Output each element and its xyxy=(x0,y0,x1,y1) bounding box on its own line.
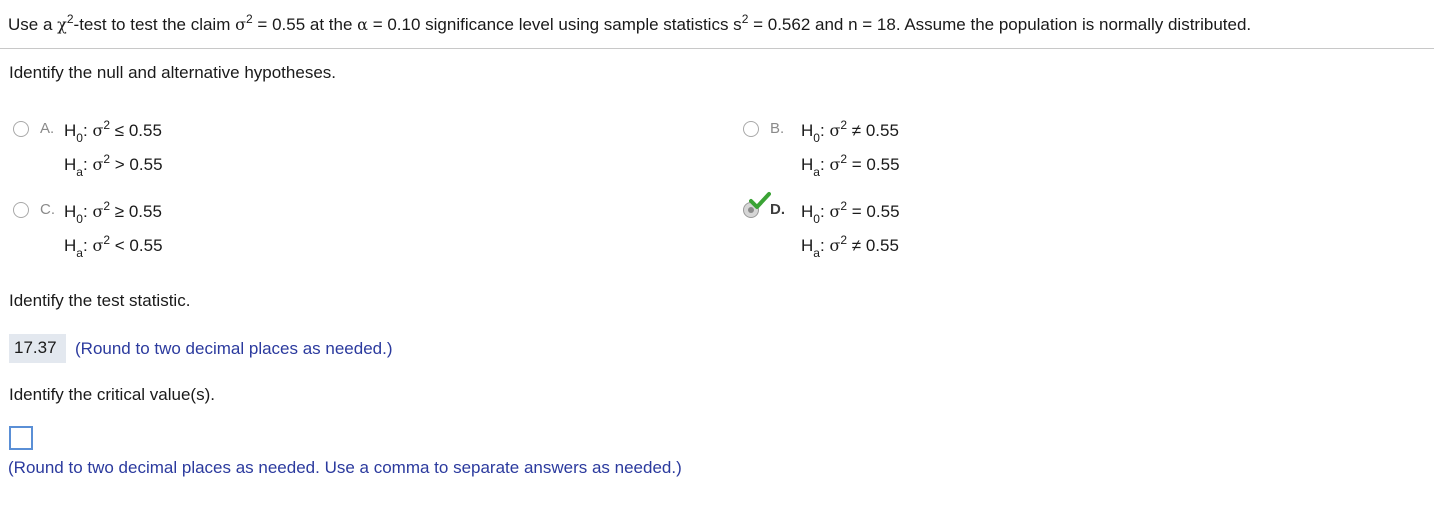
sigma-symbol: σ xyxy=(829,121,841,140)
relation-text: < 0.55 xyxy=(114,236,163,255)
colon: : xyxy=(82,236,88,255)
superscript: 2 xyxy=(103,199,111,213)
option-a-null-hypothesis: H0: σ2 ≤ 0.55 xyxy=(64,118,162,145)
null-subscript: 0 xyxy=(76,212,83,226)
test-statistic-hint: (Round to two decimal places as needed.) xyxy=(75,339,393,358)
option-a-alt-hypothesis: Ha: σ2 > 0.55 xyxy=(64,152,163,179)
h-symbol: H xyxy=(801,121,814,140)
question-part: = 0.562 and n = 18. Assume the populatio… xyxy=(748,15,1252,34)
colon: : xyxy=(82,121,88,140)
h-symbol: H xyxy=(64,202,77,221)
sigma-symbol: σ xyxy=(235,15,247,34)
alpha-symbol: α xyxy=(357,15,368,34)
h-symbol: H xyxy=(801,155,814,174)
option-c-alt-hypothesis: Ha: σ2 < 0.55 xyxy=(64,233,163,260)
option-c-null-hypothesis: H0: σ2 ≥ 0.55 xyxy=(64,199,162,226)
h-symbol: H xyxy=(64,121,77,140)
option-d-null-hypothesis: H0: σ2 = 0.55 xyxy=(801,199,900,226)
superscript: 2 xyxy=(66,12,74,26)
superscript: 2 xyxy=(103,233,111,247)
sigma-symbol: σ xyxy=(92,202,104,221)
option-d-alt-hypothesis: Ha: σ2 ≠ 0.55 xyxy=(801,233,899,260)
option-b-alt-hypothesis: Ha: σ2 = 0.55 xyxy=(801,152,900,179)
divider xyxy=(0,48,1434,49)
colon: : xyxy=(82,202,88,221)
superscript: 2 xyxy=(103,118,111,132)
option-b-radio[interactable] xyxy=(743,121,759,137)
question-text: Use a χ2-test to test the claim σ2 = 0.5… xyxy=(8,12,1252,35)
superscript: 2 xyxy=(246,12,253,26)
option-a-radio[interactable] xyxy=(13,121,29,137)
check-icon xyxy=(749,192,771,209)
option-c-radio[interactable] xyxy=(13,202,29,218)
alt-subscript: a xyxy=(76,246,83,260)
critical-values-input[interactable] xyxy=(9,426,33,450)
superscript: 2 xyxy=(840,199,848,213)
h-symbol: H xyxy=(801,236,814,255)
h-symbol: H xyxy=(64,236,77,255)
colon: : xyxy=(819,236,825,255)
sigma-symbol: σ xyxy=(829,155,841,174)
sigma-symbol: σ xyxy=(92,236,104,255)
sigma-symbol: σ xyxy=(829,236,841,255)
question-part: Use a xyxy=(8,15,58,34)
option-d-letter: D. xyxy=(770,201,785,218)
test-statistic-answer[interactable]: 17.37 xyxy=(9,334,66,363)
alt-subscript: a xyxy=(813,246,820,260)
superscript: 2 xyxy=(840,152,848,166)
question-part: = 0.10 significance level using sample s… xyxy=(367,15,742,34)
colon: : xyxy=(819,155,825,174)
null-subscript: 0 xyxy=(76,131,83,145)
null-subscript: 0 xyxy=(813,212,820,226)
h-symbol: H xyxy=(801,202,814,221)
colon: : xyxy=(82,155,88,174)
h-symbol: H xyxy=(64,155,77,174)
option-b-null-hypothesis: H0: σ2 ≠ 0.55 xyxy=(801,118,899,145)
relation-text: > 0.55 xyxy=(114,155,163,174)
option-a-letter: A. xyxy=(40,120,55,137)
colon: : xyxy=(819,121,825,140)
relation-text: ≥ 0.55 xyxy=(114,202,162,221)
superscript: 2 xyxy=(840,118,848,132)
colon: : xyxy=(819,202,825,221)
hypotheses-prompt: Identify the null and alternative hypoth… xyxy=(9,63,336,82)
relation-text: ≠ 0.55 xyxy=(851,121,899,140)
sigma-symbol: σ xyxy=(829,202,841,221)
relation-text: = 0.55 xyxy=(851,202,900,221)
alt-subscript: a xyxy=(76,165,83,179)
question-part: -test to test the claim xyxy=(73,15,236,34)
question-part: = 0.55 at the xyxy=(252,15,358,34)
relation-text: ≠ 0.55 xyxy=(851,236,899,255)
superscript: 2 xyxy=(840,233,848,247)
critical-values-prompt: Identify the critical value(s). xyxy=(9,385,215,404)
superscript: 2 xyxy=(741,12,749,26)
sigma-symbol: σ xyxy=(92,155,104,174)
chi-symbol: χ xyxy=(57,15,67,34)
superscript: 2 xyxy=(103,152,111,166)
relation-text: = 0.55 xyxy=(851,155,900,174)
sigma-symbol: σ xyxy=(92,121,104,140)
relation-text: ≤ 0.55 xyxy=(114,121,162,140)
test-statistic-prompt: Identify the test statistic. xyxy=(9,291,191,310)
option-c-letter: C. xyxy=(40,201,55,218)
null-subscript: 0 xyxy=(813,131,820,145)
option-b-letter: B. xyxy=(770,120,785,137)
critical-values-hint: (Round to two decimal places as needed. … xyxy=(8,458,682,477)
alt-subscript: a xyxy=(813,165,820,179)
